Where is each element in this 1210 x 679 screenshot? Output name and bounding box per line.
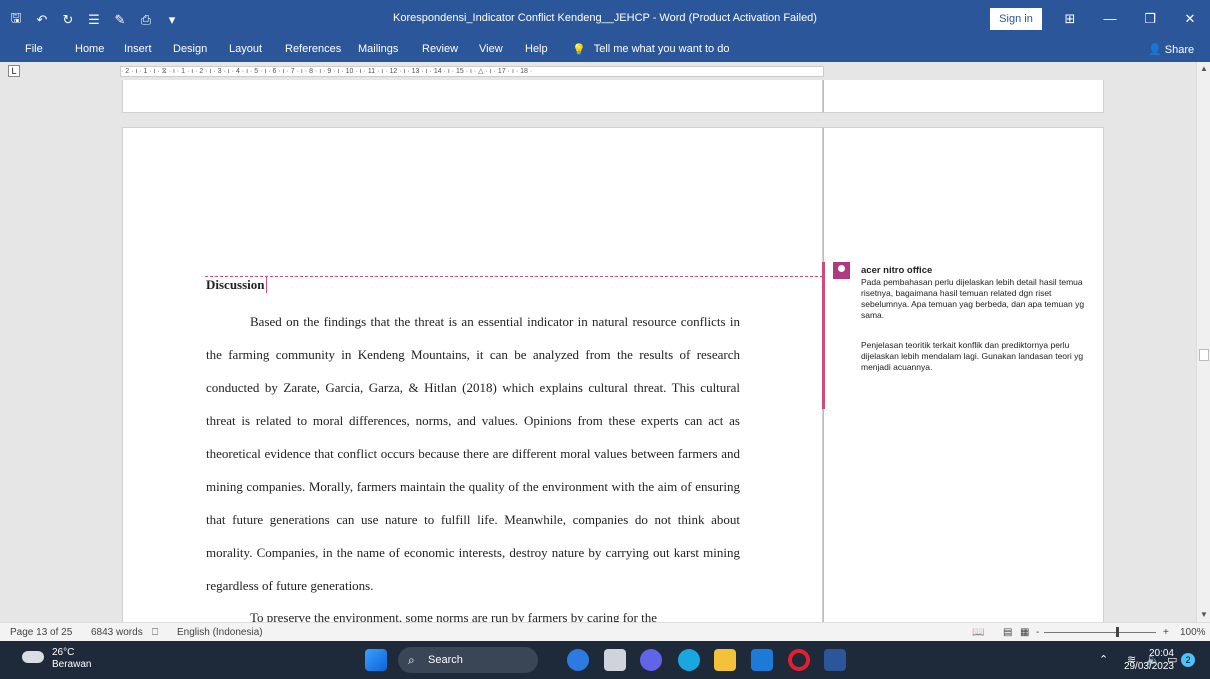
comment-author: acer nitro office [861,265,933,276]
section-heading[interactable]: Discussion [206,277,267,293]
scroll-thumb[interactable] [1199,349,1209,361]
comment-text-2[interactable]: Penjelasan teoritik terkait konflik dan … [861,340,1096,373]
bullets-icon[interactable]: ☰ [86,12,102,28]
cloud-icon [22,651,44,663]
quick-access-toolbar: 🖫 ↶ ↻ ☰ ✎ ⎙ ▾ [8,9,180,31]
redo-icon[interactable]: ↻ [60,12,76,28]
notification-badge[interactable]: 2 [1181,653,1195,667]
lightbulb-icon: 💡 [572,44,586,56]
tab-references[interactable]: References [285,43,341,55]
tab-selector[interactable]: L [8,65,20,77]
tab-layout[interactable]: Layout [229,43,262,55]
customize-qat-icon[interactable]: ▾ [164,12,180,28]
status-bar: Page 13 of 25 6843 words ⎕ English (Indo… [0,622,1210,641]
tell-me-box[interactable]: 💡 Tell me what you want to do [572,43,729,56]
web-layout-icon[interactable]: ▦ [1020,627,1029,638]
avatar [833,262,850,279]
format-painter-icon[interactable]: ✎ [112,12,128,28]
share-label: Share [1164,44,1195,56]
previous-page-markup-pane [823,80,1104,113]
page-count[interactable]: Page 13 of 25 [10,627,72,638]
scroll-up-icon[interactable]: ▲ [1197,64,1210,73]
share-button[interactable]: 👤 Share [1148,43,1194,56]
close-button[interactable]: ✕ [1175,6,1205,32]
vertical-scrollbar[interactable]: ▲ ▼ [1196,62,1210,622]
markup-pane [823,127,1104,622]
tab-design[interactable]: Design [173,43,207,55]
body-paragraph-1[interactable]: Based on the findings that the threat is… [206,305,740,602]
edge-browser-icon[interactable] [678,649,700,671]
tab-insert[interactable]: Insert [124,43,152,55]
tab-file[interactable]: File [25,43,43,55]
zoom-slider-thumb[interactable] [1116,627,1119,637]
language-indicator[interactable]: English (Indonesia) [177,627,263,638]
comment-bracket [822,262,825,409]
tab-review[interactable]: Review [422,43,458,55]
word-app-icon[interactable] [824,649,846,671]
title-bar: 🖫 ↶ ↻ ☰ ✎ ⎙ ▾ Korespondensi_Indicator Co… [0,0,1210,40]
tell-me-label: Tell me what you want to do [593,43,730,55]
horizontal-ruler[interactable]: · 2 · ı · 1 · ı · ⧖ · ı · 1 · ı · 2 · ı … [120,66,824,77]
word-count[interactable]: 6843 words [91,627,143,638]
windows-taskbar: 26°C Berawan ⌕ Search ⌃ ≋ 🔈 ▭ 20:04 29/0… [0,641,1210,679]
person-icon: 👤 [1148,44,1162,56]
weather-temperature: 26°C [52,647,75,658]
system-clock[interactable]: 20:04 29/03/2023 [1120,647,1174,673]
zoom-in-button[interactable]: + [1163,627,1169,638]
comment-text-1[interactable]: Pada pembahasan perlu dijelaskan lebih d… [861,277,1096,321]
teams-chat-icon[interactable] [640,649,662,671]
minimize-button[interactable]: — [1095,6,1125,32]
search-icon: ⌕ [408,653,415,667]
start-icon[interactable] [365,649,387,671]
mail-icon[interactable] [751,649,773,671]
ruler-row: L · 2 · ı · 1 · ı · ⧖ · ı · 1 · ı · 2 · … [0,62,1210,80]
tab-view[interactable]: View [479,43,503,55]
scroll-down-icon[interactable]: ▼ [1197,610,1210,619]
clock-date: 29/03/2023 [1123,661,1174,672]
undo-icon[interactable]: ↶ [34,12,50,28]
tab-help[interactable]: Help [525,43,548,55]
tab-home[interactable]: Home [75,43,104,55]
file-explorer-icon[interactable] [714,649,736,671]
proofing-icon[interactable]: ⎕ [152,627,158,638]
clock-time: 20:04 [1148,648,1174,659]
ribbon-tabs: File Home Insert Design Layout Reference… [0,40,1210,62]
body-paragraph-2[interactable]: To preserve the environment, some norms … [206,601,740,622]
save-icon[interactable]: 🖫 [8,9,24,31]
tab-mailings[interactable]: Mailings [358,43,398,55]
restore-button[interactable]: ❐ [1135,6,1165,32]
sign-in-button[interactable]: Sign in [990,8,1042,30]
read-mode-icon[interactable]: 📖 [972,627,984,638]
ribbon-display-icon[interactable]: ⊞ [1055,6,1085,32]
zoom-out-button[interactable]: - [1036,627,1039,638]
bing-icon[interactable] [567,649,589,671]
taskbar-search[interactable]: ⌕ Search [398,647,538,673]
weather-description: Berawan [52,659,92,670]
previous-page-bottom [122,80,823,113]
tray-overflow-icon[interactable]: ⌃ [1099,653,1108,666]
search-label: Search [428,654,463,666]
zoom-slider[interactable] [1044,632,1156,633]
print-preview-icon[interactable]: ⎙ [138,12,154,28]
comment-anchor-line [205,276,823,277]
zoom-level[interactable]: 100% [1180,627,1206,638]
opera-browser-icon[interactable] [788,649,810,671]
document-area[interactable]: Discussion Based on the findings that th… [0,80,1196,622]
task-view-icon[interactable] [604,649,626,671]
print-layout-icon[interactable]: ▤ [1003,627,1012,638]
